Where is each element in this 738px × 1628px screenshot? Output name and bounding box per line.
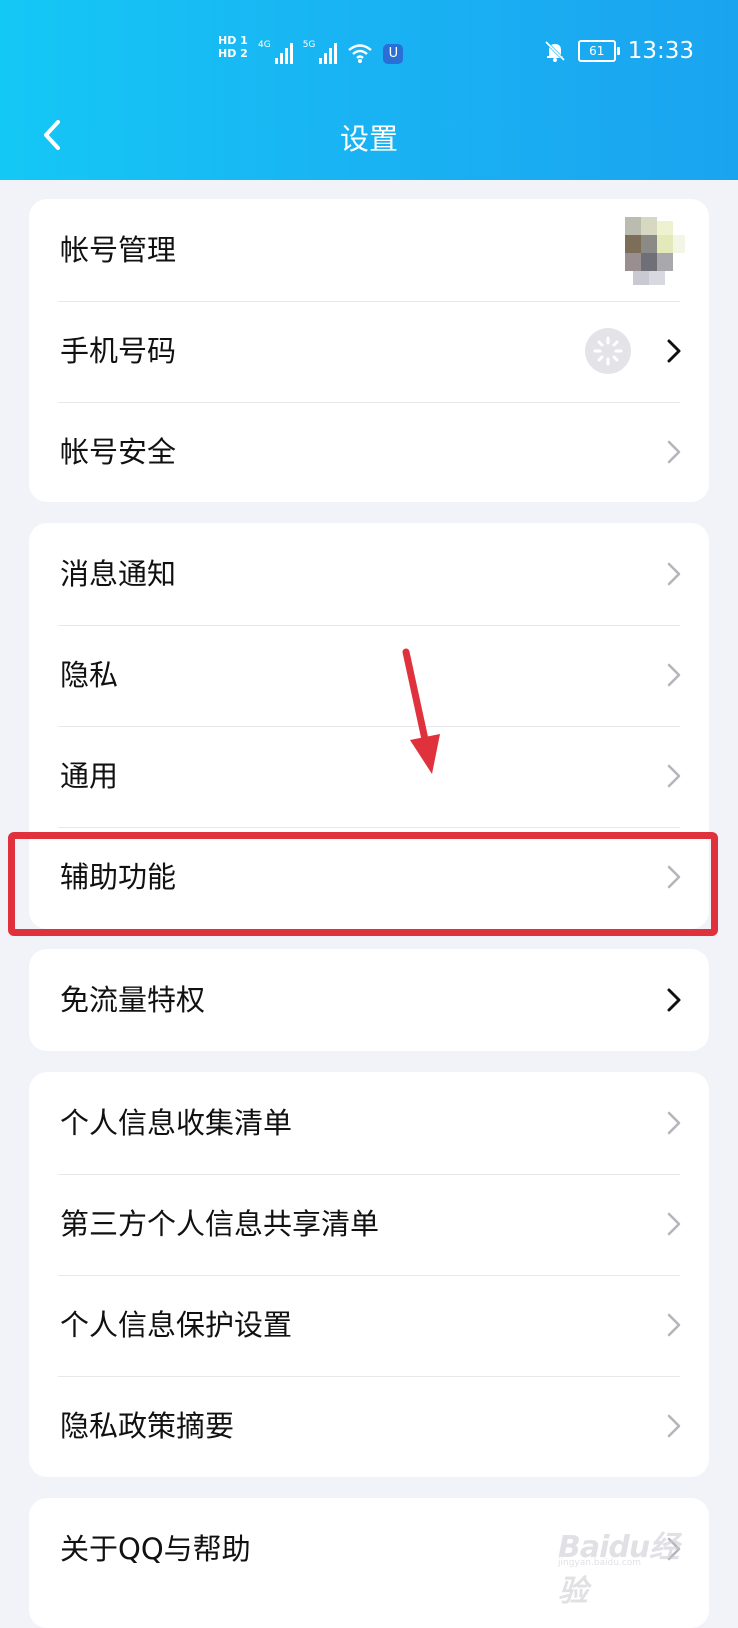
settings-group-account: 帐号管理 手机号码 帐号安全 <box>29 199 709 502</box>
signal-icon-1: 4G <box>258 40 293 64</box>
loading-spinner-icon <box>585 328 631 374</box>
settings-item-privacy-summary[interactable]: 隐私政策摘要 <box>29 1375 709 1478</box>
settings-item-notifications[interactable]: 消息通知 <box>29 523 709 626</box>
chevron-right-icon <box>667 440 681 464</box>
avatar[interactable] <box>597 211 697 291</box>
chevron-right-icon <box>667 562 681 586</box>
highlight-box-annotation <box>8 832 718 936</box>
app-notification-icon: U <box>383 44 404 64</box>
chevron-right-icon <box>667 1111 681 1135</box>
chevron-right-icon <box>667 1212 681 1236</box>
sim1-label: HD 1 <box>218 34 248 47</box>
baidu-watermark: Baidu经验 jingyan.baidu.com <box>548 1508 698 1609</box>
chevron-right-icon <box>667 1313 681 1337</box>
settings-item-label: 消息通知 <box>60 557 177 591</box>
network-type-2: 5G <box>302 40 316 50</box>
settings-group-personal-info: 个人信息收集清单 第三方个人信息共享清单 个人信息保护设置 隐私政策摘要 <box>29 1072 709 1477</box>
settings-item-label: 手机号码 <box>60 334 177 368</box>
network-type-1: 4G <box>258 40 271 50</box>
wifi-icon <box>348 44 373 63</box>
mute-bell-icon <box>544 40 565 62</box>
sim2-label: HD 2 <box>218 47 248 60</box>
sim-indicator: HD 1 HD 2 <box>218 34 248 60</box>
settings-item-privacy[interactable]: 隐私 <box>29 624 709 727</box>
red-arrow-annotation <box>402 648 440 774</box>
settings-item-label: 通用 <box>60 759 119 793</box>
nav-bar: 设置 <box>0 90 738 180</box>
chevron-right-icon <box>667 764 681 788</box>
settings-item-third-party-sharing[interactable]: 第三方个人信息共享清单 <box>29 1173 709 1276</box>
settings-item-label: 帐号安全 <box>60 435 177 469</box>
settings-group-data-privilege: 免流量特权 <box>29 949 709 1051</box>
chevron-right-icon <box>667 988 681 1012</box>
battery-icon: 61 <box>577 40 620 62</box>
chevron-right-icon <box>667 339 681 363</box>
page-title: 设置 <box>339 122 398 156</box>
chevron-right-icon <box>667 1414 681 1438</box>
settings-item-label: 隐私 <box>60 658 119 692</box>
settings-item-label: 免流量特权 <box>60 983 206 1017</box>
signal-icon-2: 5G <box>303 40 338 64</box>
header-bar: HD 1 HD 2 4G 5G U 61 13:33 设置 <box>0 0 738 180</box>
status-right: 61 13:33 <box>544 38 694 64</box>
signal-group: 4G 5G U <box>258 40 404 64</box>
settings-item-label: 隐私政策摘要 <box>60 1409 235 1443</box>
settings-item-free-data[interactable]: 免流量特权 <box>29 949 709 1052</box>
settings-item-label: 个人信息保护设置 <box>60 1308 293 1342</box>
settings-item-label: 第三方个人信息共享清单 <box>60 1207 380 1241</box>
settings-item-account-security[interactable]: 帐号安全 <box>29 401 709 504</box>
settings-item-phone-number[interactable]: 手机号码 <box>29 300 709 403</box>
chevron-right-icon <box>667 663 681 687</box>
settings-item-info-collection[interactable]: 个人信息收集清单 <box>29 1072 709 1175</box>
settings-item-account-management[interactable]: 帐号管理 <box>29 199 709 302</box>
settings-item-label: 个人信息收集清单 <box>60 1106 293 1140</box>
settings-item-label: 帐号管理 <box>60 233 177 267</box>
settings-item-label: 关于QQ与帮助 <box>60 1532 251 1566</box>
status-bar: HD 1 HD 2 4G 5G U 61 13:33 <box>0 0 738 90</box>
settings-item-info-protection[interactable]: 个人信息保护设置 <box>29 1274 709 1377</box>
clock: 13:33 <box>627 38 694 64</box>
settings-item-general[interactable]: 通用 <box>29 725 709 828</box>
watermark-subtext: jingyan.baidu.com <box>558 1558 642 1568</box>
